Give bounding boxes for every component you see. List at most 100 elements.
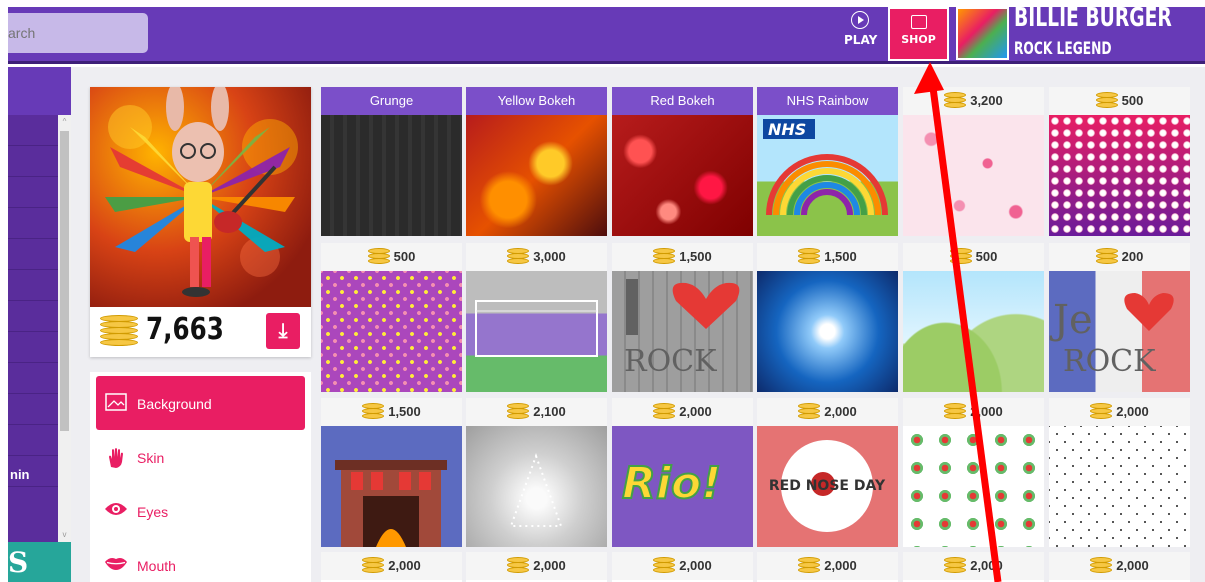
sidebar-item[interactable] xyxy=(8,208,58,239)
coin-icon xyxy=(798,557,821,573)
sidebar-item-label[interactable]: nin xyxy=(10,467,30,482)
scroll-thumb[interactable] xyxy=(60,131,69,431)
scroll-up-icon[interactable]: ^ xyxy=(60,117,69,127)
background-tile[interactable]: 2,000 xyxy=(1049,552,1190,582)
price-value: 2,100 xyxy=(533,404,566,419)
tile-image xyxy=(612,115,753,236)
price-value: 2,000 xyxy=(679,558,712,573)
tile-title: NHS Rainbow xyxy=(757,87,898,115)
sidebar-item[interactable] xyxy=(8,301,58,332)
coin-icon xyxy=(944,403,967,419)
tile-price: 2,000 xyxy=(612,552,753,580)
price-value: 2,000 xyxy=(1116,558,1149,573)
user-title: ROCK LEGEND xyxy=(1014,39,1112,59)
tile-price: 1,500 xyxy=(757,243,898,271)
coin-icon xyxy=(944,92,967,108)
avatar-preview-image xyxy=(90,87,311,307)
tile-title: Red Bokeh xyxy=(612,87,753,115)
background-tile[interactable]: 1,500 xyxy=(321,398,462,547)
category-menu: Background Skin Eyes Mouth xyxy=(90,372,311,582)
download-icon: ⤓ xyxy=(278,320,288,342)
tile-price: 3,000 xyxy=(466,243,607,271)
background-tile[interactable]: 1,500 xyxy=(757,243,898,392)
coin-icon xyxy=(944,557,967,573)
price-value: 2,000 xyxy=(970,558,1003,573)
background-tile[interactable]: 2,000 RED NOSE DAY xyxy=(757,398,898,547)
tile-title: Grunge xyxy=(321,87,462,115)
background-tile[interactable]: 200 Je ROCK xyxy=(1049,243,1190,392)
background-tile[interactable]: 2,000 xyxy=(466,552,607,582)
background-tile[interactable]: 2,000 xyxy=(903,398,1044,547)
background-tile[interactable]: 500 xyxy=(903,243,1044,392)
tile-image xyxy=(466,426,607,547)
background-tile[interactable]: 2,000 xyxy=(1049,398,1190,547)
promo-text: S xyxy=(8,546,29,579)
background-tile[interactable]: 2,100 xyxy=(466,398,607,547)
top-bar: PLAY SHOP BILLIE BURGER ROCK LEGEND xyxy=(0,0,1205,64)
shirt-icon xyxy=(910,15,927,29)
coin-icon xyxy=(367,248,390,264)
scroll-down-icon[interactable]: v xyxy=(60,530,69,540)
sidebar-item[interactable] xyxy=(8,332,58,363)
price-value: 2,000 xyxy=(533,558,566,573)
background-tile[interactable]: 2,000 xyxy=(903,552,1044,582)
user-name[interactable]: BILLIE BURGER xyxy=(1014,3,1172,33)
background-tile[interactable]: Grunge xyxy=(321,87,462,236)
sidebar-scrollbar[interactable]: ^ v xyxy=(58,115,71,542)
coin-icon xyxy=(653,557,676,573)
sidebar-item[interactable] xyxy=(8,146,58,177)
play-button[interactable]: PLAY xyxy=(844,11,877,47)
search-input[interactable] xyxy=(8,13,148,53)
sidebar-item[interactable] xyxy=(8,270,58,301)
background-tile[interactable]: 2,000 xyxy=(321,552,462,582)
tile-price: 2,000 xyxy=(321,552,462,580)
background-tile[interactable]: 2,000 xyxy=(612,552,753,582)
category-label: Eyes xyxy=(137,504,169,520)
hand-icon xyxy=(104,447,128,468)
price-value: 1,500 xyxy=(679,249,712,264)
avatar[interactable] xyxy=(956,7,1009,60)
tile-image xyxy=(903,426,1044,547)
price-value: 2,000 xyxy=(824,558,857,573)
promo-banner[interactable]: S xyxy=(8,542,71,582)
tile-price: 3,200 xyxy=(903,87,1044,115)
sidebar-item[interactable] xyxy=(8,239,58,270)
category-label: Skin xyxy=(137,450,165,466)
shop-button[interactable]: SHOP xyxy=(888,7,949,61)
download-button[interactable]: ⤓ xyxy=(266,313,300,349)
sidebar-item[interactable] xyxy=(8,394,58,425)
tile-image: RED NOSE DAY xyxy=(757,426,898,547)
background-tile[interactable]: 1,500 ROCK xyxy=(612,243,753,392)
background-tile[interactable]: NHS Rainbow NHS xyxy=(757,87,898,236)
background-tile[interactable]: Yellow Bokeh xyxy=(466,87,607,236)
category-eyes[interactable]: Eyes xyxy=(96,484,305,538)
category-label: Background xyxy=(137,396,212,412)
image-icon xyxy=(104,393,128,413)
price-value: 1,500 xyxy=(388,404,421,419)
search-box[interactable] xyxy=(8,13,148,53)
sidebar-item[interactable] xyxy=(8,363,58,394)
category-skin[interactable]: Skin xyxy=(96,430,305,484)
background-tile[interactable]: 3,000 xyxy=(466,243,607,392)
sidebar-item[interactable] xyxy=(8,177,58,208)
sidebar-item[interactable] xyxy=(8,425,58,456)
background-tile[interactable]: 2,000 Rio! xyxy=(612,398,753,547)
tile-image xyxy=(1049,426,1190,547)
tile-image xyxy=(321,271,462,392)
tile-price: 2,000 xyxy=(903,552,1044,580)
tile-title: Yellow Bokeh xyxy=(466,87,607,115)
coin-icon xyxy=(949,248,972,264)
category-mouth[interactable]: Mouth xyxy=(96,538,305,582)
category-background[interactable]: Background xyxy=(96,376,305,430)
background-tile[interactable]: Red Bokeh xyxy=(612,87,753,236)
background-tile[interactable]: 3,200 xyxy=(903,87,1044,236)
sidebar-item[interactable] xyxy=(8,115,58,146)
sidebar-header xyxy=(8,67,71,115)
background-tile[interactable]: 2,000 xyxy=(757,552,898,582)
tile-image xyxy=(903,115,1044,236)
shop-label: SHOP xyxy=(901,33,936,46)
background-tile[interactable]: 500 xyxy=(1049,87,1190,236)
background-tile[interactable]: 500 xyxy=(321,243,462,392)
price-value: 3,000 xyxy=(533,249,566,264)
coin-icon xyxy=(507,248,530,264)
